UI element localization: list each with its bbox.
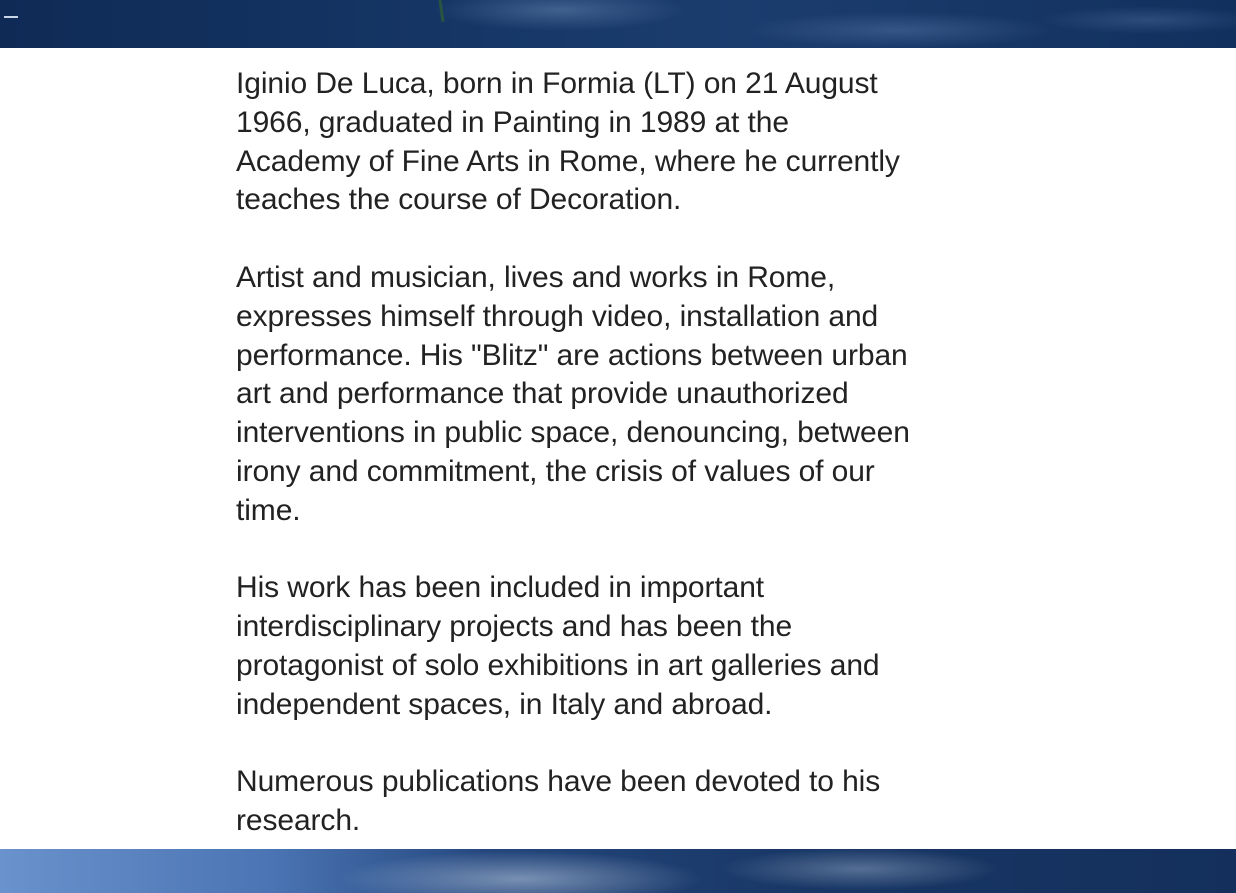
- bio-paragraph-1: Iginio De Luca, born in Formia (LT) on 2…: [236, 67, 900, 217]
- bio-paragraph-4: Numerous publications have been devoted …: [236, 765, 881, 838]
- artist-biography: Iginio De Luca, born in Formia (LT) on 2…: [236, 65, 996, 841]
- bio-paragraph-2: Artist and musician, lives and works in …: [236, 260, 910, 527]
- content-panel: Iginio De Luca, born in Formia (LT) on 2…: [0, 48, 1236, 849]
- decorative-mark: [4, 16, 18, 18]
- bottom-background-band: [0, 849, 1236, 893]
- decorative-sprig: [438, 0, 445, 23]
- top-background-band: [0, 0, 1236, 48]
- bio-paragraph-3: His work has been included in important …: [236, 571, 880, 721]
